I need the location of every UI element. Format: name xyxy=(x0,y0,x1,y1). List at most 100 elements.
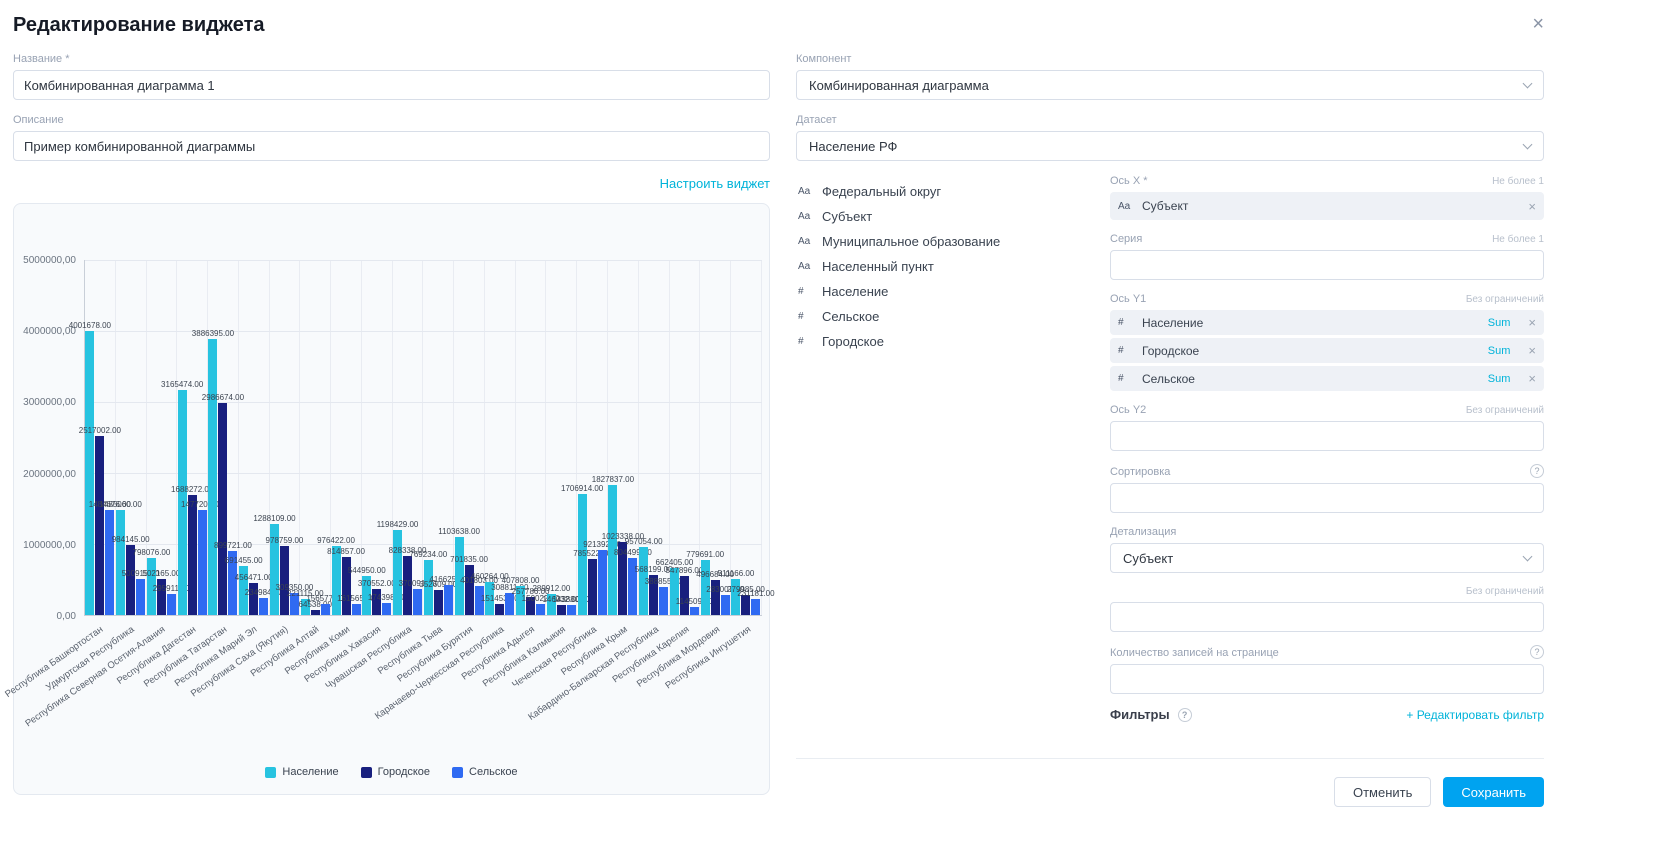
bar-городское: 978759.00 xyxy=(280,546,289,615)
page-size-input[interactable] xyxy=(1110,664,1544,694)
bar-сельское: 231181.00 xyxy=(751,599,760,615)
y2-axis-label: Ось Y2 xyxy=(1110,404,1146,416)
extra-field-hint: Без ограничений xyxy=(1466,586,1544,597)
aggregation-selector[interactable]: Sum xyxy=(1488,345,1511,357)
legend-item[interactable]: Сельское xyxy=(452,766,518,778)
help-icon[interactable]: ? xyxy=(1530,464,1544,478)
bar-сельское: 388855.00 xyxy=(659,587,668,615)
x-axis-field[interactable]: Aa Субъект × xyxy=(1110,192,1544,220)
page-size-label: Количество записей на странице xyxy=(1110,647,1279,659)
legend-label: Население xyxy=(282,766,338,778)
series-input[interactable] xyxy=(1110,250,1544,280)
aggregation-selector[interactable]: Sum xyxy=(1488,317,1511,329)
y1-axis-label: Ось Y1 xyxy=(1110,293,1146,305)
legend-item[interactable]: Население xyxy=(265,766,338,778)
save-button[interactable]: Сохранить xyxy=(1443,777,1544,807)
dataset-field-name: Федеральный округ xyxy=(822,184,941,199)
bar-городское: 547896.00 xyxy=(680,576,689,615)
text-field-icon: Aa xyxy=(798,236,814,247)
bar-group: 798076.00502165.00295911.00 xyxy=(147,260,178,615)
dataset-field-item[interactable]: #Население xyxy=(796,279,1096,304)
dataset-field-item[interactable]: AaФедеральный округ xyxy=(796,179,1096,204)
legend-swatch xyxy=(452,767,463,778)
y2-axis-input[interactable] xyxy=(1110,421,1544,451)
bar-group: 544950.00370552.00174398.00 xyxy=(362,260,393,615)
name-label: Название * xyxy=(13,53,770,65)
bar-городское: 279985.00 xyxy=(741,595,750,615)
footer-divider xyxy=(796,758,1544,759)
dataset-fields-list: AaФедеральный округAaСубъект Aa Муниципаль… xyxy=(796,175,1096,722)
dataset-field-item[interactable]: AaНаселенный пункт xyxy=(796,254,1096,279)
bar-group: 1103638.00701835.00401803.00 xyxy=(454,260,485,615)
chart-plot-area: 4001678.002517002.001484676.001485060.00… xyxy=(84,260,762,616)
bar-group: 289912.00146032.00143880.00 xyxy=(546,260,577,615)
description-input[interactable] xyxy=(13,131,770,161)
remove-icon[interactable]: × xyxy=(1528,372,1536,385)
bar-население: 1485060.00 xyxy=(116,510,125,615)
description-label: Описание xyxy=(13,114,770,126)
bar-group: 407808.00257786.00150022.00 xyxy=(516,260,547,615)
bar-value-label: 798076.00 xyxy=(132,549,170,557)
remove-icon[interactable]: × xyxy=(1528,200,1536,213)
bar-value-label: 1706914.00 xyxy=(561,485,603,493)
remove-icon[interactable]: × xyxy=(1528,344,1536,357)
dataset-select[interactable]: Население РФ xyxy=(796,131,1544,161)
dataset-field-item[interactable]: AaСубъект xyxy=(796,204,1096,229)
bar-городское: 785522.00 xyxy=(588,559,597,615)
bar-group: 1198429.00828338.00370091.00 xyxy=(393,260,424,615)
bar-городское: 352609.00 xyxy=(434,590,443,615)
bar-сельское: 1484676.00 xyxy=(105,510,114,615)
help-icon[interactable]: ? xyxy=(1530,645,1544,659)
bar-value-label: 1688272.00 xyxy=(171,486,213,494)
help-icon[interactable]: ? xyxy=(1178,708,1192,722)
bar-value-label: 3886395.00 xyxy=(192,330,234,338)
bar-value-label: 544950.00 xyxy=(348,567,386,575)
dataset-field-item[interactable]: #Сельское xyxy=(796,304,1096,329)
x-axis-hint: Не более 1 xyxy=(1492,176,1544,187)
field-type-prefix: Aa xyxy=(1118,201,1134,212)
y1-axis-hint: Без ограничений xyxy=(1466,294,1544,305)
close-icon[interactable]: × xyxy=(1532,14,1544,34)
filters-label: Фильтры xyxy=(1110,707,1170,722)
bar-городское: 2517002.00 xyxy=(95,436,104,615)
bar-городское: 2986674.00 xyxy=(218,403,227,615)
bar-value-label: 502165.00 xyxy=(142,570,180,578)
edit-filter-link[interactable]: + Редактировать фильтр xyxy=(1406,708,1544,722)
series-label: Серия xyxy=(1110,233,1142,245)
bar-сельское: 234984.00 xyxy=(259,598,268,615)
y1-axis-chip[interactable]: #ГородскоеSum× xyxy=(1110,338,1544,363)
cancel-button[interactable]: Отменить xyxy=(1334,777,1431,807)
y1-chip-label: Городское xyxy=(1142,344,1199,358)
bar-group: 1706914.00785522.00921392.00 xyxy=(577,260,608,615)
name-input[interactable] xyxy=(13,70,770,100)
aggregation-selector[interactable]: Sum xyxy=(1488,373,1511,385)
detail-select[interactable]: Субъект xyxy=(1110,543,1544,573)
component-select[interactable]: Комбинированная диаграмма xyxy=(796,70,1544,100)
dataset-field-item[interactable]: Aa Муниципальное образование xyxy=(796,229,1096,254)
page-title: Редактирование виджета xyxy=(13,14,265,37)
right-column: Компонент Комбинированная диаграмма Дата… xyxy=(796,53,1544,807)
dataset-field-name: Муниципальное образование xyxy=(822,234,1000,249)
bar-население: 3886395.00 xyxy=(208,339,217,615)
legend-item[interactable]: Городское xyxy=(361,766,430,778)
bar-group: 662405.00547896.00114509.00 xyxy=(670,260,701,615)
y-axis-tick-label: 1000000,00 xyxy=(14,540,76,551)
bar-сельское: 150022.00 xyxy=(536,604,545,615)
bar-group: 1485060.00984145.00500915.00 xyxy=(116,260,147,615)
legend-label: Сельское xyxy=(469,766,518,778)
legend-swatch xyxy=(361,767,372,778)
dataset-field-name: Населенный пункт xyxy=(822,259,934,274)
extra-field-input[interactable] xyxy=(1110,602,1544,632)
bar-value-label: 2517002.00 xyxy=(79,427,121,435)
y1-axis-chip[interactable]: #СельскоеSum× xyxy=(1110,366,1544,391)
numeric-field-icon: # xyxy=(1118,373,1134,384)
numeric-field-icon: # xyxy=(1118,317,1134,328)
bar-group: 1288109.00978759.00309350.00 xyxy=(270,260,301,615)
chart-preview-panel: 5000000,004000000,003000000,002000000,00… xyxy=(13,203,770,795)
dataset-field-item[interactable]: #Городское xyxy=(796,329,1096,354)
remove-icon[interactable]: × xyxy=(1528,316,1536,329)
y1-axis-chip[interactable]: #НаселениеSum× xyxy=(1110,310,1544,335)
configure-widget-link[interactable]: Настроить виджет xyxy=(660,176,770,191)
numeric-field-icon: # xyxy=(798,336,814,347)
sorting-input[interactable] xyxy=(1110,483,1544,513)
